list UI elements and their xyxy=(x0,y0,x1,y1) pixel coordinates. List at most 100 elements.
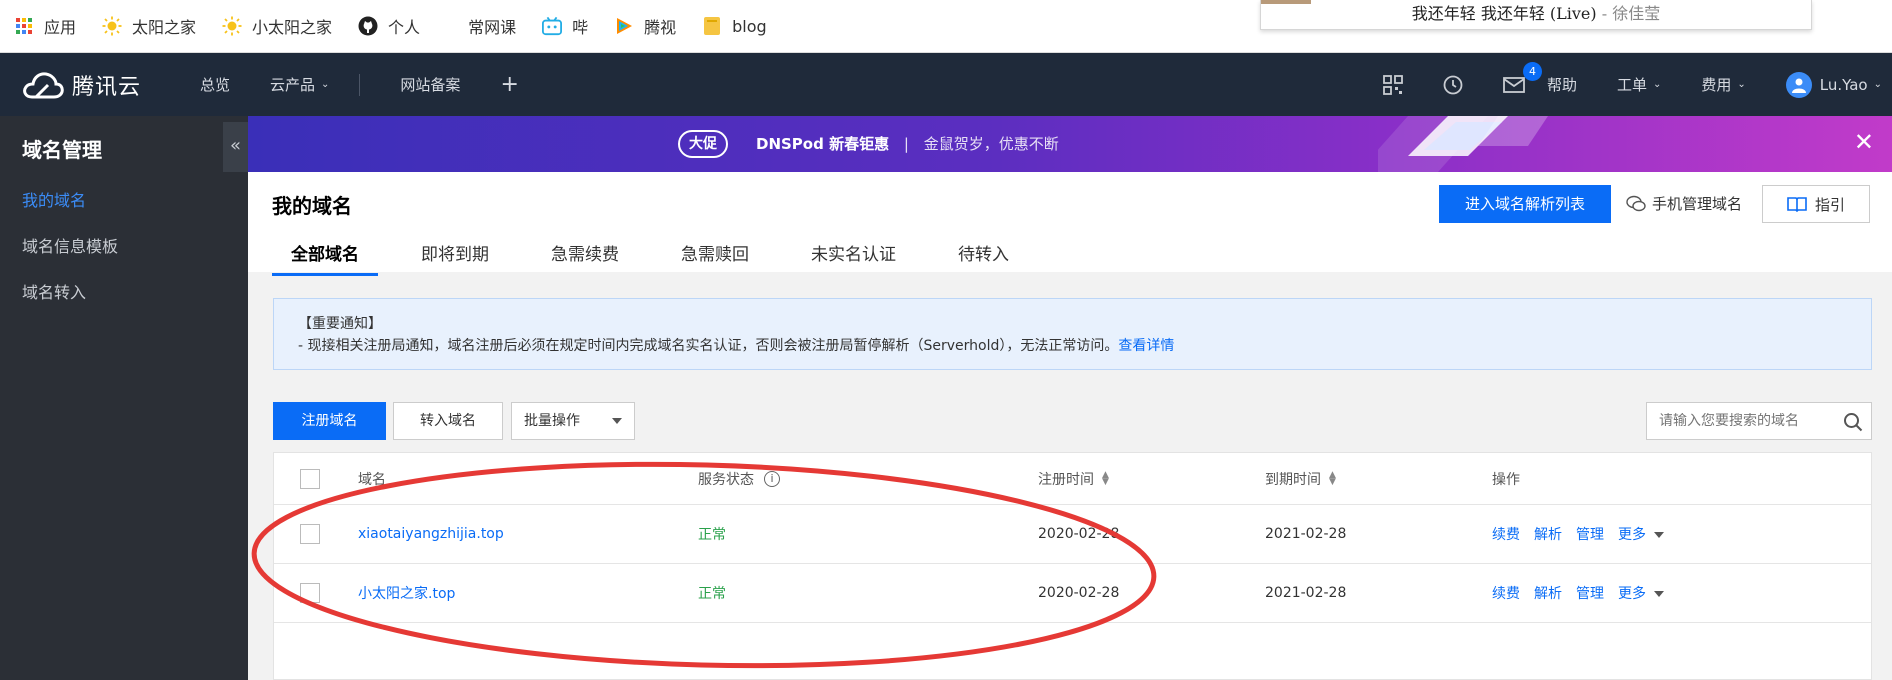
qr-code-icon[interactable] xyxy=(1383,74,1403,95)
promo-banner[interactable]: 大促 DNSPod 新春钜惠 | 金鼠贺岁，优惠不断 ✕ xyxy=(248,116,1892,172)
notice-text: - 现接相关注册局通知，域名注册后必须在规定时间内完成域名实名认证，否则会被注册… xyxy=(298,338,1119,354)
chevron-down-icon: ⌄ xyxy=(321,79,330,90)
col-registered[interactable]: 注册时间 ▲ ▼ xyxy=(1038,453,1109,504)
select-all-checkbox[interactable] xyxy=(300,453,320,504)
row-checkbox[interactable] xyxy=(300,564,320,622)
bookmark-online-course[interactable]: 常网课 xyxy=(468,14,516,38)
nav-products[interactable]: 云产品 ⌄ xyxy=(270,74,329,95)
sidebar-item-domain-templates[interactable]: 域名信息模板 xyxy=(0,224,248,270)
nav-billing[interactable]: 费用 ⌄ xyxy=(1701,74,1745,95)
col-domain: 域名 xyxy=(358,471,386,488)
transfer-domain-button[interactable]: 转入域名 xyxy=(393,402,503,440)
clock-icon[interactable] xyxy=(1443,75,1463,95)
sidebar-title: 域名管理 xyxy=(22,138,102,162)
renew-link[interactable]: 续费 xyxy=(1492,583,1520,603)
bilibili-icon xyxy=(542,16,563,36)
domain-link[interactable]: xiaotaiyangzhijia.top xyxy=(358,505,504,563)
more-label: 更多 xyxy=(1618,586,1646,602)
tab-renew-urgent[interactable]: 急需续费 xyxy=(532,240,638,276)
bookmark-little-sun-home[interactable]: 小太阳之家 xyxy=(222,14,332,38)
col-registered-label: 注册时间 xyxy=(1038,471,1094,488)
promo-subtitle: 金鼠贺岁，优惠不断 xyxy=(923,135,1059,153)
brand-logo[interactable]: 腾讯云 xyxy=(22,69,162,101)
manage-link[interactable]: 管理 xyxy=(1576,524,1604,544)
domain-link[interactable]: 小太阳之家.top xyxy=(358,564,455,622)
search-icon[interactable] xyxy=(1843,412,1863,432)
nav-billing-label: 费用 xyxy=(1701,76,1732,94)
bookmark-bilibili[interactable]: 哔 xyxy=(542,14,588,38)
bookmark-label: 哔 xyxy=(572,18,589,37)
bookmark-tencent-video[interactable]: 腾视 xyxy=(614,14,676,38)
bookmark-apps[interactable]: 应用 xyxy=(14,14,76,38)
table-header: 域名 服务状态 i 注册时间 ▲ ▼ 到期时间 ▲ ▼ 操作 xyxy=(274,453,1871,505)
status-badge: 正常 xyxy=(698,527,726,543)
batch-actions-select[interactable]: 批量操作 xyxy=(511,402,635,440)
caret-down-icon xyxy=(1654,532,1664,538)
more-dropdown[interactable]: 更多 xyxy=(1618,583,1664,603)
status-badge: 正常 xyxy=(698,586,726,602)
search-input[interactable] xyxy=(1659,413,1839,429)
user-menu[interactable]: Lu.Yao ⌄ xyxy=(1785,71,1882,98)
sort-icon[interactable]: ▲ ▼ xyxy=(1329,470,1336,486)
bookmark-personal[interactable]: 个人 xyxy=(358,14,420,38)
domain-search[interactable] xyxy=(1646,402,1872,440)
sidebar-item-my-domains[interactable]: 我的域名 xyxy=(0,178,248,224)
row-checkbox[interactable] xyxy=(300,505,320,563)
page-title: 我的域名 xyxy=(272,194,352,218)
book-icon xyxy=(1787,197,1807,212)
sun-icon xyxy=(102,16,122,36)
important-notice: 【重要通知】 - 现接相关注册局通知，域名注册后必须在规定时间内完成域名实名认证… xyxy=(273,298,1872,370)
bookmark-label: 常网课 xyxy=(468,18,517,37)
tab-expiring-soon[interactable]: 即将到期 xyxy=(402,240,508,276)
sidebar-item-domain-transfer[interactable]: 域名转入 xyxy=(0,270,248,316)
sort-icon[interactable]: ▲ ▼ xyxy=(1102,470,1109,486)
close-icon[interactable]: ✕ xyxy=(1854,128,1874,156)
more-label: 更多 xyxy=(1618,527,1646,543)
tab-all-domains[interactable]: 全部域名 xyxy=(272,240,378,276)
sidebar-collapse-button[interactable]: « xyxy=(223,122,248,172)
resolve-link[interactable]: 解析 xyxy=(1534,524,1562,544)
mobile-manage-link[interactable]: 手机管理域名 xyxy=(1626,193,1742,214)
registered-date: 2020-02-28 xyxy=(1038,585,1120,601)
nav-ticket-label: 工单 xyxy=(1616,76,1647,94)
nav-overview[interactable]: 总览 xyxy=(200,74,230,95)
song-artist: 徐佳莹 xyxy=(1612,4,1661,23)
tab-redeem-urgent[interactable]: 急需赎回 xyxy=(662,240,768,276)
bookmark-sun-home[interactable]: 太阳之家 xyxy=(102,14,196,38)
nav-ticket[interactable]: 工单 ⌄ xyxy=(1617,74,1661,95)
tencent-video-icon xyxy=(614,16,634,36)
resolve-link[interactable]: 解析 xyxy=(1534,583,1562,603)
bookmark-label: 个人 xyxy=(388,18,421,37)
col-status-label: 服务状态 xyxy=(698,471,754,488)
dns-list-button[interactable]: 进入域名解析列表 xyxy=(1439,185,1611,223)
sun-icon xyxy=(222,16,242,36)
table-row: xiaotaiyangzhijia.top 正常 2020-02-28 2021… xyxy=(274,505,1871,564)
wechat-icon xyxy=(1626,195,1646,211)
row-actions: 续费 解析 管理 更多 xyxy=(1492,505,1664,563)
register-domain-button[interactable]: 注册域名 xyxy=(273,402,386,440)
tab-unverified[interactable]: 未实名认证 xyxy=(792,240,915,276)
renew-link[interactable]: 续费 xyxy=(1492,524,1520,544)
mail-icon[interactable]: 4 xyxy=(1503,61,1542,94)
top-navigation: 腾讯云 总览 云产品 ⌄ 网站备案 + 4 帮助 工单 ⌄ 费用 ⌄ Lu.Ya… xyxy=(0,53,1892,116)
promo-headline: DNSPod 新春钜惠 xyxy=(756,135,890,153)
notice-details-link[interactable]: 查看详情 xyxy=(1118,338,1174,354)
folder-icon xyxy=(702,16,722,36)
manage-link[interactable]: 管理 xyxy=(1576,583,1604,603)
notice-title: 【重要通知】 xyxy=(298,316,382,332)
nav-help[interactable]: 帮助 xyxy=(1547,74,1577,95)
brand-name: 腾讯云 xyxy=(72,74,142,100)
info-icon[interactable]: i xyxy=(764,470,780,487)
tab-pending-transfer[interactable]: 待转入 xyxy=(939,240,1028,276)
more-dropdown[interactable]: 更多 xyxy=(1618,524,1664,544)
guide-button[interactable]: 指引 xyxy=(1762,185,1870,223)
nav-products-label: 云产品 xyxy=(270,76,316,94)
col-expires[interactable]: 到期时间 ▲ ▼ xyxy=(1265,453,1336,504)
promo-illustration xyxy=(1378,116,1548,172)
nav-icp[interactable]: 网站备案 xyxy=(400,74,460,95)
bookmark-blog[interactable]: blog xyxy=(702,16,767,36)
nav-add-icon[interactable]: + xyxy=(500,72,518,97)
guide-label: 指引 xyxy=(1814,195,1845,214)
table-row: 小太阳之家.top 正常 2020-02-28 2021-02-28 续费 解析… xyxy=(274,564,1871,623)
caret-down-icon xyxy=(1654,591,1664,597)
